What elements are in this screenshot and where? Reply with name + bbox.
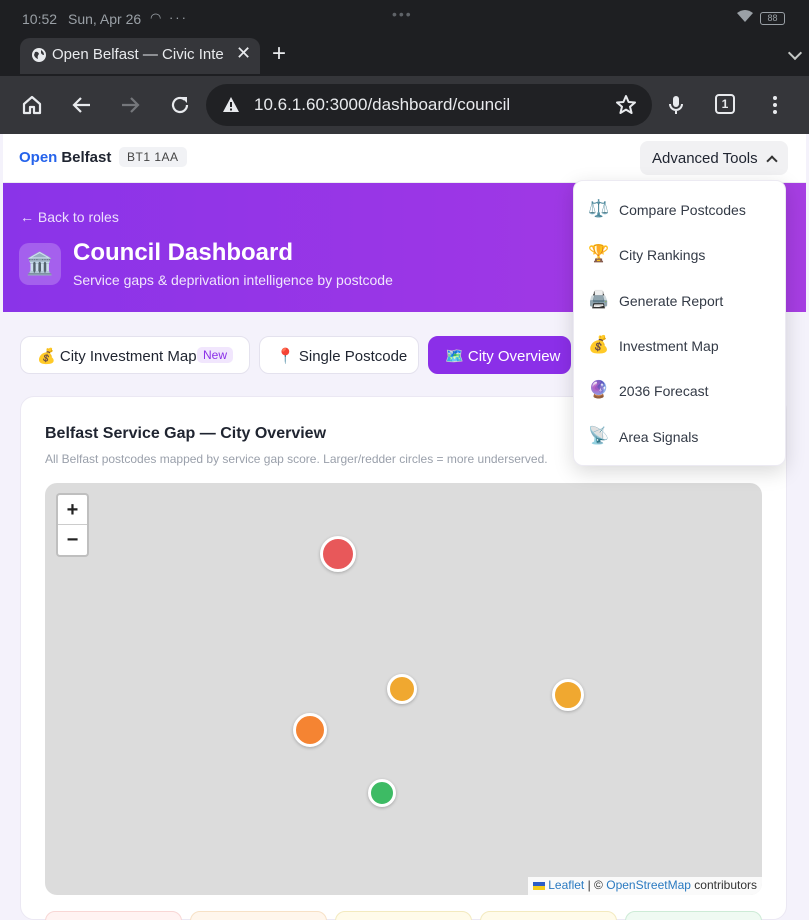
leaflet-link[interactable]: Leaflet [548, 878, 584, 892]
menu-item-label: Area Signals [619, 429, 699, 445]
forward-arrow-icon[interactable] [118, 93, 142, 117]
brand-logo[interactable]: Open Belfast [19, 149, 111, 166]
microphone-icon[interactable] [664, 93, 688, 117]
back-arrow-icon[interactable] [70, 93, 94, 117]
tab-city-overview[interactable]: 🗺️ City Overview [428, 336, 571, 374]
postcode-marker[interactable] [293, 713, 327, 747]
postcode-marker[interactable] [552, 679, 584, 711]
menu-item-investment-map[interactable]: 💰 Investment Map [574, 323, 787, 368]
brand-city: Belfast [61, 149, 112, 166]
menu-item-2036-forecast[interactable]: 🔮 2036 Forecast [574, 368, 787, 413]
menu-item-label: Generate Report [619, 293, 724, 309]
wifi-icon [736, 9, 754, 26]
openstreetmap-link[interactable]: OpenStreetMap [606, 878, 691, 892]
battery-icon: 88 [760, 12, 785, 25]
address-bar[interactable]: 10.6.1.60:3000/dashboard/council [206, 84, 652, 126]
tab-city-investment-map[interactable]: 💰 City Investment Map New [20, 336, 250, 374]
tab-switcher-button[interactable]: 1 [715, 94, 735, 114]
status-date: Sun, Apr 26 [68, 11, 142, 27]
tab-label: Single Postcode [298, 348, 408, 365]
money-bag-icon: 💰 [588, 335, 610, 354]
globe-icon [32, 48, 46, 62]
page-subtitle: Service gaps & deprivation intelligence … [73, 272, 393, 288]
browser-tab[interactable]: Open Belfast — Civic Intelligence ✕ [20, 38, 260, 74]
tab-label: City Investment Map [59, 348, 197, 365]
advanced-tools-button[interactable]: Advanced Tools [640, 141, 788, 175]
advanced-tools-menu: ⚖️ Compare Postcodes 🏆 City Rankings 🖨️ … [573, 180, 786, 466]
new-tab-icon[interactable]: + [272, 40, 286, 68]
menu-item-city-rankings[interactable]: 🏆 City Rankings [574, 232, 787, 277]
trophy-icon: 🏆 [588, 244, 610, 263]
printer-icon: 🖨️ [588, 290, 610, 309]
postcode-marker[interactable] [368, 779, 396, 807]
attribution-tail: contributors [694, 878, 757, 892]
postcode-marker[interactable] [387, 674, 417, 704]
url-text: 10.6.1.60:3000/dashboard/council [254, 95, 511, 114]
zoom-out-button[interactable]: − [58, 525, 87, 555]
pin-icon: 📍 [276, 348, 295, 365]
more-menu-icon[interactable] [763, 93, 787, 117]
postcode-badge: BT1 1AA [119, 147, 187, 167]
world-map-icon: 🗺️ [445, 348, 464, 365]
card-title: Belfast Service Gap — City Overview [45, 425, 327, 442]
not-secure-warning-icon[interactable] [222, 96, 240, 114]
zoom-control: + − [56, 493, 89, 557]
summary-tile [625, 911, 762, 920]
service-gap-map[interactable]: + − Leaflet | © OpenStreetMap contributo… [45, 483, 762, 895]
notification-icons: ◠ ··· [150, 10, 188, 25]
reload-icon[interactable] [168, 93, 192, 117]
bookmark-star-icon[interactable] [614, 93, 638, 117]
zoom-in-button[interactable]: + [58, 495, 87, 525]
browser-tab-strip: Open Belfast — Civic Intelligence ✕ + [0, 38, 809, 76]
attribution-separator: | © [587, 878, 603, 892]
card-description: All Belfast postcodes mapped by service … [45, 452, 548, 466]
home-icon[interactable] [20, 93, 44, 117]
postcode-marker[interactable] [320, 536, 356, 572]
money-bag-icon: 💰 [37, 348, 56, 365]
brand-open: Open [19, 149, 58, 166]
tab-title: Open Belfast — Civic Intelligence [52, 46, 224, 63]
menu-item-generate-report[interactable]: 🖨️ Generate Report [574, 278, 787, 323]
system-status-bar: 10:52 Sun, Apr 26 ◠ ··· ••• 88 [0, 0, 809, 38]
tab-single-postcode[interactable]: 📍 Single Postcode [259, 336, 419, 374]
ukraine-flag-icon [533, 881, 546, 890]
tab-list-chevron-icon[interactable] [787, 45, 803, 61]
app-header: Open Belfast BT1 1AA Advanced Tools [3, 134, 806, 183]
menu-item-label: Investment Map [619, 338, 719, 354]
menu-item-label: City Rankings [619, 247, 706, 263]
summary-tile [190, 911, 327, 920]
page-title: Council Dashboard [73, 239, 294, 266]
tab-label: City Overview [467, 348, 561, 365]
summary-tile [480, 911, 617, 920]
summary-tile [335, 911, 472, 920]
crystal-ball-icon: 🔮 [588, 380, 610, 399]
balance-scale-icon: ⚖️ [588, 199, 610, 218]
browser-toolbar: 10.6.1.60:3000/dashboard/council 1 [0, 76, 809, 134]
advanced-tools-label: Advanced Tools [652, 150, 758, 167]
menu-item-label: 2036 Forecast [619, 383, 709, 399]
map-attribution: Leaflet | © OpenStreetMap contributors [528, 877, 762, 895]
menu-item-label: Compare Postcodes [619, 202, 746, 218]
new-badge: New [197, 347, 234, 363]
close-tab-icon[interactable]: ✕ [236, 43, 251, 64]
status-time: 10:52 [22, 11, 58, 27]
chevron-up-icon [766, 155, 778, 167]
satellite-dish-icon: 📡 [588, 426, 610, 445]
city-hall-icon: 🏛️ [19, 243, 61, 285]
multitask-handle-icon[interactable]: ••• [392, 6, 413, 22]
back-to-roles-link[interactable]: ← Back to roles [20, 209, 119, 225]
menu-item-compare-postcodes[interactable]: ⚖️ Compare Postcodes [574, 187, 787, 232]
summary-tile [45, 911, 182, 920]
menu-item-area-signals[interactable]: 📡 Area Signals [574, 414, 787, 459]
